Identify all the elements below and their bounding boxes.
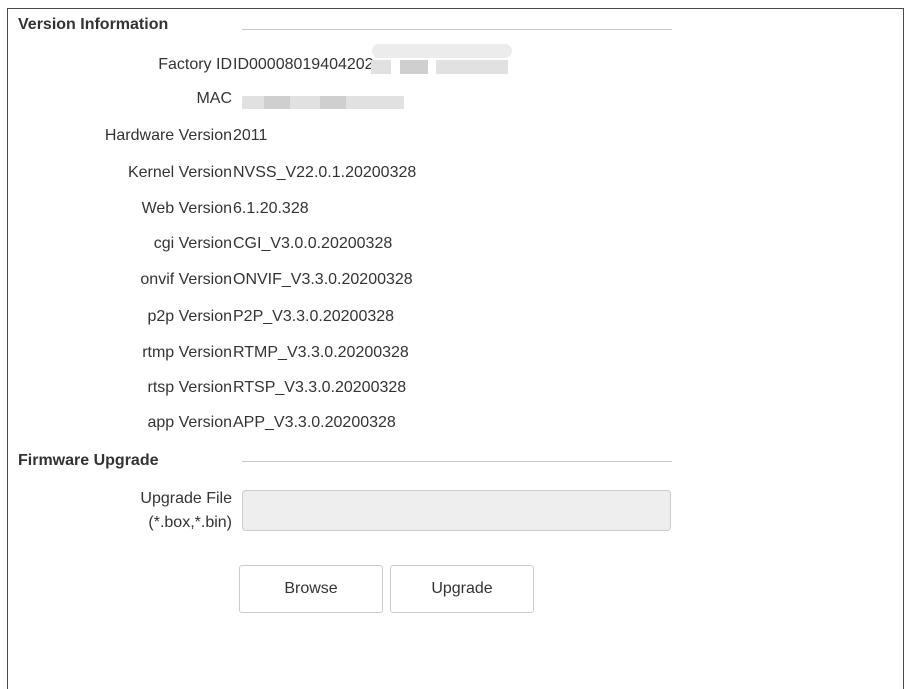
section-divider — [242, 29, 672, 30]
info-row-rtsp-version: rtsp Version RTSP_V3.3.0.20200328 — [0, 379, 700, 403]
info-row-app-version: app Version APP_V3.3.0.20200328 — [0, 414, 700, 438]
redaction-blur — [372, 44, 512, 58]
upgrade-file-label-line2: (*.box,*.bin) — [148, 514, 232, 531]
hardware-version-label: Hardware Version — [104, 127, 232, 144]
rtmp-version-label: rtmp Version — [142, 344, 232, 361]
web-version-value: 6.1.20.328 — [233, 200, 309, 217]
info-row-p2p-version: p2p Version P2P_V3.3.0.20200328 — [0, 308, 700, 332]
redaction-blur — [400, 60, 428, 74]
rtsp-version-label: rtsp Version — [147, 379, 232, 396]
factory-id-label: Factory ID — [158, 56, 232, 73]
info-row-onvif-version: onvif Version ONVIF_V3.3.0.20200328 — [0, 271, 700, 295]
info-row-hardware-version: Hardware Version 2011 — [0, 127, 700, 151]
upgrade-file-input[interactable] — [242, 490, 671, 531]
app-version-value: APP_V3.3.0.20200328 — [233, 414, 396, 431]
cgi-version-label: cgi Version — [153, 235, 232, 252]
upgrade-button[interactable]: Upgrade — [390, 565, 534, 613]
info-row-cgi-version: cgi Version CGI_V3.0.0.20200328 — [0, 235, 700, 259]
hardware-version-value: 2011 — [233, 127, 268, 144]
app-version-label: app Version — [147, 414, 232, 431]
factory-id-value: ID00008019404202 — [233, 56, 374, 73]
section-divider — [242, 461, 672, 462]
p2p-version-label: p2p Version — [147, 308, 232, 325]
kernel-version-label: Kernel Version — [127, 164, 232, 181]
kernel-version-value: NVSS_V22.0.1.20200328 — [233, 164, 417, 181]
onvif-version-value: ONVIF_V3.3.0.20200328 — [233, 271, 413, 288]
cgi-version-value: CGI_V3.0.0.20200328 — [233, 235, 393, 252]
redaction-blur — [290, 96, 320, 109]
mac-label: MAC — [196, 90, 232, 107]
version-information-heading: Version Information — [18, 16, 169, 33]
firmware-upgrade-heading: Firmware Upgrade — [18, 452, 159, 469]
redaction-blur — [436, 60, 508, 74]
browse-button[interactable]: Browse — [239, 565, 383, 613]
onvif-version-label: onvif Version — [140, 271, 232, 288]
info-row-kernel-version: Kernel Version NVSS_V22.0.1.20200328 — [0, 164, 700, 188]
rtmp-version-value: RTMP_V3.3.0.20200328 — [233, 344, 409, 361]
redaction-blur — [320, 96, 346, 109]
upgrade-file-label-line1: Upgrade File — [140, 490, 232, 507]
info-row-rtmp-version: rtmp Version RTMP_V3.3.0.20200328 — [0, 344, 700, 368]
upgrade-file-label: Upgrade File (*.box,*.bin) — [140, 487, 232, 535]
info-row-web-version: Web Version 6.1.20.328 — [0, 200, 700, 224]
info-row-factory-id: Factory ID ID00008019404202 — [0, 56, 700, 80]
p2p-version-value: P2P_V3.3.0.20200328 — [233, 308, 395, 325]
redaction-blur — [264, 96, 290, 109]
redaction-blur — [371, 60, 391, 74]
redaction-blur — [242, 96, 264, 109]
rtsp-version-value: RTSP_V3.3.0.20200328 — [233, 379, 407, 396]
redaction-blur — [346, 96, 404, 109]
web-version-label: Web Version — [141, 200, 232, 217]
